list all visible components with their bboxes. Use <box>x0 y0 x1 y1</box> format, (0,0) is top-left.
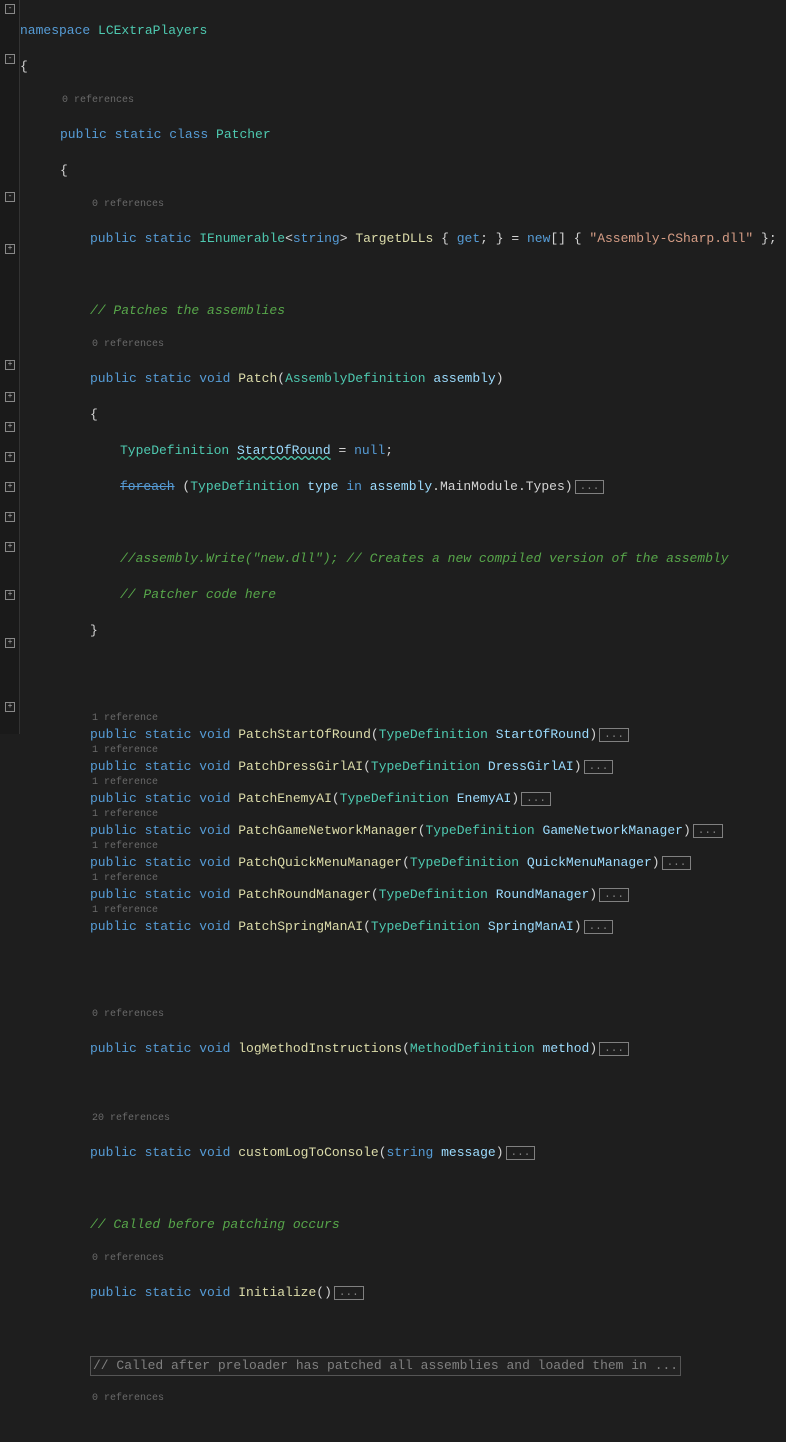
code-line[interactable]: public static void Initialize()... <box>20 1284 786 1302</box>
code-line[interactable]: foreach (TypeDefinition type in assembly… <box>20 478 786 496</box>
comment-collapsed[interactable]: // Called after preloader has patched al… <box>20 1356 786 1374</box>
code-line[interactable]: namespace LCExtraPlayers <box>20 22 786 40</box>
codelens[interactable]: 1 reference <box>20 904 786 918</box>
fold-collapsed[interactable]: ... <box>521 792 551 806</box>
codelens[interactable]: 0 references <box>20 1392 786 1406</box>
fold-toggle[interactable]: + <box>5 392 15 402</box>
codelens[interactable]: 1 reference <box>20 808 786 822</box>
code-line[interactable]: public static void PatchEnemyAI(TypeDefi… <box>20 790 786 808</box>
code-line[interactable]: public static void PatchRoundManager(Typ… <box>20 886 786 904</box>
code-editor[interactable]: - - - + + + + + + + + + + + namespace LC… <box>0 0 786 734</box>
fold-collapsed[interactable]: ... <box>599 1042 629 1056</box>
code-line[interactable]: TypeDefinition StartOfRound = null; <box>20 442 786 460</box>
codelens[interactable]: 0 references <box>20 1008 786 1022</box>
fold-toggle[interactable]: + <box>5 590 15 600</box>
fold-collapsed[interactable]: ... <box>662 856 692 870</box>
fold-toggle[interactable]: - <box>5 4 15 14</box>
comment: // Called before patching occurs <box>20 1216 786 1234</box>
codelens[interactable]: 1 reference <box>20 712 786 726</box>
fold-toggle[interactable]: + <box>5 512 15 522</box>
fold-toggle[interactable]: - <box>5 192 15 202</box>
fold-toggle[interactable]: + <box>5 482 15 492</box>
code-line[interactable]: { <box>20 58 786 76</box>
fold-toggle[interactable]: + <box>5 244 15 254</box>
fold-toggle[interactable]: + <box>5 452 15 462</box>
fold-toggle[interactable]: + <box>5 638 15 648</box>
code-line[interactable]: public static void PatchStartOfRound(Typ… <box>20 726 786 744</box>
code-line[interactable]: { <box>20 406 786 424</box>
fold-collapsed[interactable]: ... <box>599 888 629 902</box>
codelens[interactable]: 0 references <box>20 338 786 352</box>
code-line[interactable]: public static void PatchQuickMenuManager… <box>20 854 786 872</box>
fold-toggle[interactable]: - <box>5 54 15 64</box>
code-line[interactable]: public static class Patcher <box>20 126 786 144</box>
fold-toggle[interactable]: + <box>5 542 15 552</box>
comment: // Patches the assemblies <box>20 302 786 320</box>
code-line[interactable]: public static void logMethodInstructions… <box>20 1040 786 1058</box>
code-line[interactable]: { <box>20 162 786 180</box>
fold-toggle[interactable]: + <box>5 422 15 432</box>
code-line[interactable]: public static void PatchSpringManAI(Type… <box>20 918 786 936</box>
codelens[interactable]: 1 reference <box>20 744 786 758</box>
code-line[interactable]: public static void PatchDressGirlAI(Type… <box>20 758 786 776</box>
fold-collapsed[interactable]: ... <box>599 728 629 742</box>
fold-collapsed[interactable]: ... <box>334 1286 364 1300</box>
codelens[interactable]: 1 reference <box>20 840 786 854</box>
codelens[interactable]: 1 reference <box>20 872 786 886</box>
comment: // Patcher code here <box>20 586 786 604</box>
fold-collapsed[interactable]: ... <box>584 920 614 934</box>
code-content[interactable]: namespace LCExtraPlayers { 0 references … <box>20 0 786 734</box>
comment: //assembly.Write("new.dll"); // Creates … <box>20 550 786 568</box>
fold-collapsed[interactable]: ... <box>693 824 723 838</box>
codelens[interactable]: 0 references <box>20 94 786 108</box>
code-line[interactable]: public static void PatchGameNetworkManag… <box>20 822 786 840</box>
fold-collapsed[interactable]: ... <box>584 760 614 774</box>
fold-toggle[interactable]: + <box>5 702 15 712</box>
fold-collapsed[interactable]: ... <box>506 1146 536 1160</box>
codelens[interactable]: 0 references <box>20 198 786 212</box>
code-line[interactable]: public static IEnumerable<string> Target… <box>20 230 786 248</box>
fold-toggle[interactable]: + <box>5 360 15 370</box>
codelens[interactable]: 1 reference <box>20 776 786 790</box>
codelens[interactable]: 20 references <box>20 1112 786 1126</box>
codelens[interactable]: 0 references <box>20 1252 786 1266</box>
code-line[interactable]: public static void customLogToConsole(st… <box>20 1144 786 1162</box>
code-line[interactable]: } <box>20 622 786 640</box>
code-line[interactable]: public static void Patch(AssemblyDefinit… <box>20 370 786 388</box>
fold-gutter: - - - + + + + + + + + + + + <box>0 0 20 734</box>
fold-collapsed[interactable]: ... <box>575 480 605 494</box>
